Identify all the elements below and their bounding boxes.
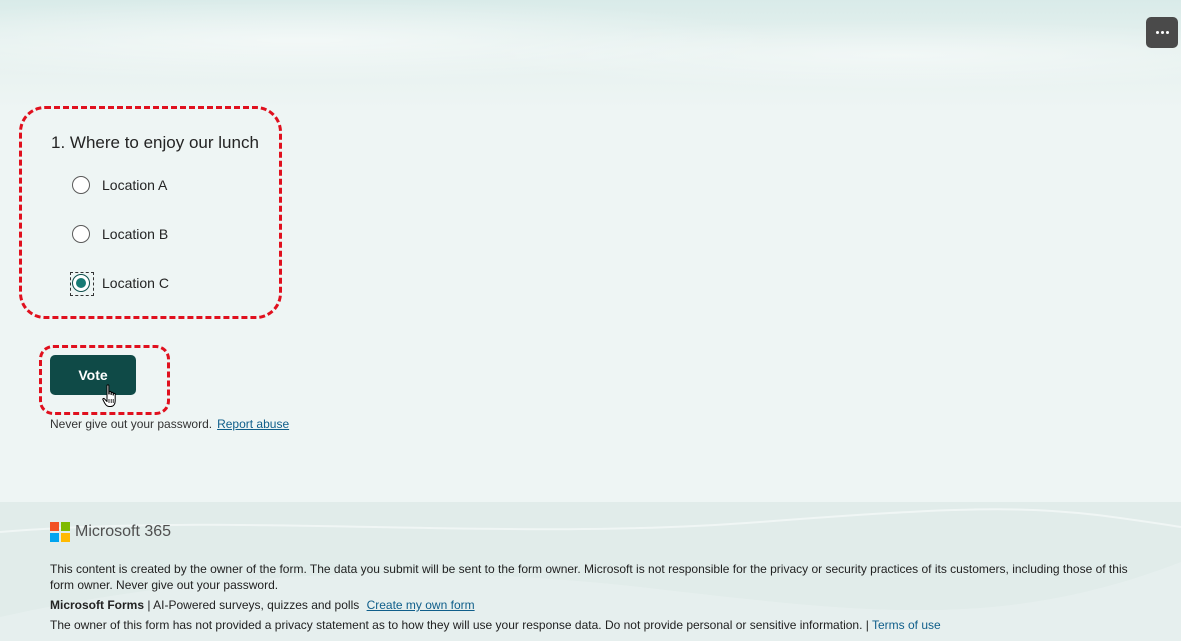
footer-disclaimer: This content is created by the owner of … [50,562,1128,592]
option-label: Location A [102,177,168,193]
radio-button[interactable] [72,176,90,194]
microsoft-logo-icon [50,522,70,542]
footer: Microsoft 365 This content is created by… [0,502,1181,641]
question-title: 1. Where to enjoy our lunch [51,133,259,152]
privacy-text: The owner of this form has not provided … [50,618,872,632]
create-form-link[interactable]: Create my own form [367,598,475,612]
forms-product-name: Microsoft Forms [50,598,145,612]
more-options-button[interactable] [1146,17,1178,48]
option-location-c[interactable]: Location C [70,272,169,296]
privacy-statement: The owner of this form has not provided … [50,617,1150,633]
option-location-a[interactable]: Location A [72,174,167,196]
forms-tagline-text: | AI-Powered surveys, quizzes and polls [144,598,363,612]
more-horizontal-icon [1155,31,1169,34]
option-label: Location C [102,275,169,291]
option-label: Location B [102,226,169,242]
report-abuse-link[interactable]: Report abuse [217,417,289,431]
password-warning-text: Never give out your password. [50,417,213,431]
password-warning: Never give out your password. Report abus… [50,417,289,431]
radio-button[interactable] [72,225,90,243]
brand-name: Microsoft 365 [75,523,172,540]
header-banner [0,0,1181,110]
option-location-b[interactable]: Location B [72,223,168,245]
focus-ring [70,272,94,296]
vote-button[interactable]: Vote [50,355,136,395]
hand-pointer-icon [102,384,116,407]
radio-button-selected[interactable] [70,272,94,296]
terms-of-use-link[interactable]: Terms of use [872,618,941,632]
forms-tagline: Microsoft Forms | AI-Powered surveys, qu… [50,597,1150,613]
microsoft-365-logo: Microsoft 365 [50,522,171,542]
